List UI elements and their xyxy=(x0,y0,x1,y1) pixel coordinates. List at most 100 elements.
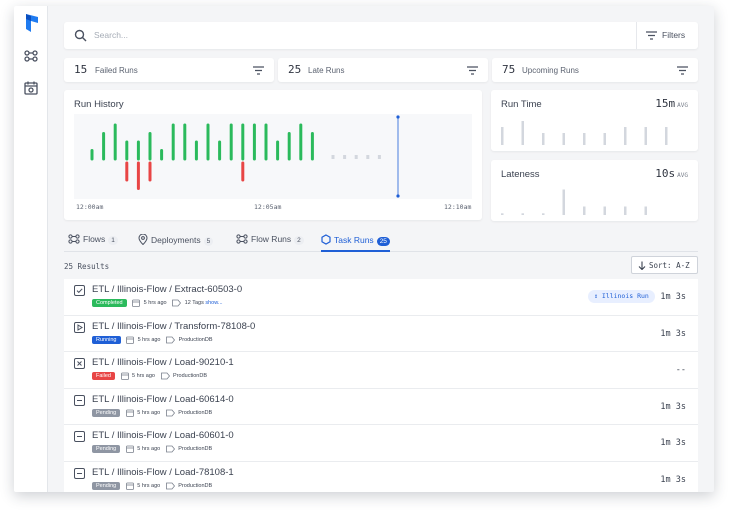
search-input[interactable]: Search... xyxy=(94,30,128,40)
state-badge: Pending xyxy=(92,481,121,490)
state-badge: Pending xyxy=(92,445,121,453)
state-badge: Running xyxy=(92,335,121,344)
metric-bar[interactable] xyxy=(583,133,586,145)
metric-bar[interactable] xyxy=(665,127,668,145)
task-run-meta: Pending 5 hrs ago ProductionDB xyxy=(92,481,212,492)
app-window: Search... Filters 15 Failed Runs 25 Late… xyxy=(14,6,714,492)
metric-bar[interactable] xyxy=(562,189,566,216)
tab-bar: Flows 1 Deployments 5 Flow Runs 2 Task Runs… xyxy=(64,230,698,252)
search-bar: Search... Filters xyxy=(64,22,698,49)
metric-bar[interactable] xyxy=(562,133,566,145)
metric-bar[interactable] xyxy=(542,213,545,215)
task-run-meta: Pending 5 hrs ago ProductionDB xyxy=(92,408,212,419)
tab-deployments[interactable]: Deployments 5 xyxy=(138,233,214,252)
state-badge: Failed xyxy=(92,372,115,380)
metric-bar[interactable] xyxy=(521,121,525,145)
task-run-name[interactable]: ETL / Illinois-Flow / Load-60614-0 xyxy=(92,394,234,405)
task-run-row[interactable]: ETL / Illinois-Flow / Extract-60503-0 Co… xyxy=(64,279,698,316)
tab-count: 5 xyxy=(203,237,214,246)
location-pin-icon xyxy=(138,233,148,246)
tab-task-runs[interactable]: Task Runs 25 xyxy=(321,234,390,252)
tag-icon xyxy=(165,409,175,416)
task-run-name[interactable]: ETL / Illinois-Flow / Transform-78108-0 xyxy=(92,321,255,332)
metric-bar[interactable] xyxy=(624,206,627,216)
sort-button[interactable]: Sort: A-Z xyxy=(631,256,698,274)
task-run-name[interactable]: ETL / Illinois-Flow / Load-60601-0 xyxy=(92,430,234,441)
task-run-meta: Completed 5 hrs ago 12 Tags show... xyxy=(92,299,223,309)
show-tags-link[interactable]: show... xyxy=(205,300,222,306)
task-run-row[interactable]: ETL / Illinois-Flow / Load-90210-1 Faile… xyxy=(64,352,698,389)
lateness-card: Lateness 10s AVG xyxy=(491,160,698,221)
minus-square-icon xyxy=(74,467,85,479)
filter-icon[interactable] xyxy=(467,66,478,75)
task-run-row[interactable]: ETL / Illinois-Flow / Load-78108-1 Pendi… xyxy=(64,461,698,492)
run-time-ago: 5 hrs ago xyxy=(132,373,155,379)
metric-bar[interactable] xyxy=(603,133,607,145)
flow-runs-icon xyxy=(236,234,248,244)
failed-runs-card[interactable]: 15 Failed Runs xyxy=(64,58,274,82)
run-tag-chip[interactable]: ⇕ Illinois Run xyxy=(588,290,655,303)
prefect-logo[interactable] xyxy=(24,14,38,32)
run-time-ago: 5 hrs ago xyxy=(137,482,161,489)
run-history-card: Run History 12:00am 12:05am 12:10am xyxy=(64,90,482,220)
tab-flow-runs[interactable]: Flow Runs 2 xyxy=(236,234,304,252)
results-count: 25 Results xyxy=(64,262,110,271)
check-square-icon xyxy=(74,285,85,296)
task-run-row[interactable]: ETL / Illinois-Flow / Transform-78108-0 … xyxy=(64,315,698,352)
run-duration: 1m 3s xyxy=(660,474,686,485)
tag-icon xyxy=(166,336,176,343)
task-run-row[interactable]: ETL / Illinois-Flow / Load-60614-0 Pendi… xyxy=(64,388,698,425)
state-badge: Pending xyxy=(92,408,121,417)
metric-bar[interactable] xyxy=(501,127,504,145)
calendar-icon xyxy=(125,445,134,453)
x-square-icon xyxy=(74,358,85,369)
filters-label: Filters xyxy=(662,30,686,40)
metric-bar[interactable] xyxy=(521,213,525,215)
task-run-name[interactable]: ETL / Illinois-Flow / Extract-60503-0 xyxy=(92,284,242,295)
failed-runs-count: 15 xyxy=(74,63,88,76)
late-runs-card[interactable]: 25 Late Runs xyxy=(278,58,488,82)
task-run-meta: Failed 5 hrs ago ProductionDB xyxy=(92,372,207,382)
tab-flows[interactable]: Flows 1 xyxy=(68,234,118,252)
filters-button[interactable]: Filters xyxy=(636,22,698,49)
run-time-ago: 5 hrs ago xyxy=(143,300,167,306)
run-tags: ProductionDB xyxy=(178,446,213,452)
metric-bar[interactable] xyxy=(542,133,545,145)
run-time-chart xyxy=(501,121,668,145)
run-history-chart[interactable] xyxy=(64,90,482,220)
flow-icon xyxy=(68,234,80,244)
sort-label: Sort: A-Z xyxy=(649,261,690,270)
run-tags: ProductionDB xyxy=(178,336,213,343)
calendar-icon xyxy=(120,372,129,380)
tab-label: Flows xyxy=(83,234,106,244)
task-run-name[interactable]: ETL / Illinois-Flow / Load-78108-1 xyxy=(92,467,234,478)
failed-runs-label: Failed Runs xyxy=(95,66,138,75)
task-run-name[interactable]: ETL / Illinois-Flow / Load-90210-1 xyxy=(92,357,234,368)
filter-icon[interactable] xyxy=(677,66,688,75)
tag-icon xyxy=(172,299,182,307)
task-run-row[interactable]: ETL / Illinois-Flow / Load-60601-0 Pendi… xyxy=(64,425,698,462)
chart-plot-area xyxy=(74,114,472,199)
late-runs-label: Late Runs xyxy=(308,66,345,75)
tag-icon xyxy=(160,372,170,380)
metric-bar[interactable] xyxy=(603,206,607,216)
tab-count: 25 xyxy=(376,237,390,246)
upcoming-runs-card[interactable]: 75 Upcoming Runs xyxy=(492,58,698,82)
metric-bar[interactable] xyxy=(624,127,627,145)
search-icon xyxy=(74,29,87,42)
run-duration: 1m 3s xyxy=(660,292,686,302)
calendar-nav-icon[interactable] xyxy=(23,80,39,96)
now-marker-dot xyxy=(396,194,400,198)
run-tags: ProductionDB xyxy=(173,373,207,379)
metric-bar[interactable] xyxy=(644,127,648,145)
tab-label: Task Runs xyxy=(334,235,374,245)
flows-nav-icon[interactable] xyxy=(23,48,39,64)
run-duration: 1m 3s xyxy=(660,438,686,448)
metric-bar[interactable] xyxy=(501,213,504,215)
metric-bar[interactable] xyxy=(583,206,586,216)
metric-bar[interactable] xyxy=(644,206,648,216)
tab-label: Deployments xyxy=(151,235,201,245)
tag-icon xyxy=(165,445,175,453)
lateness-chart xyxy=(501,189,648,216)
filter-icon[interactable] xyxy=(253,66,264,75)
